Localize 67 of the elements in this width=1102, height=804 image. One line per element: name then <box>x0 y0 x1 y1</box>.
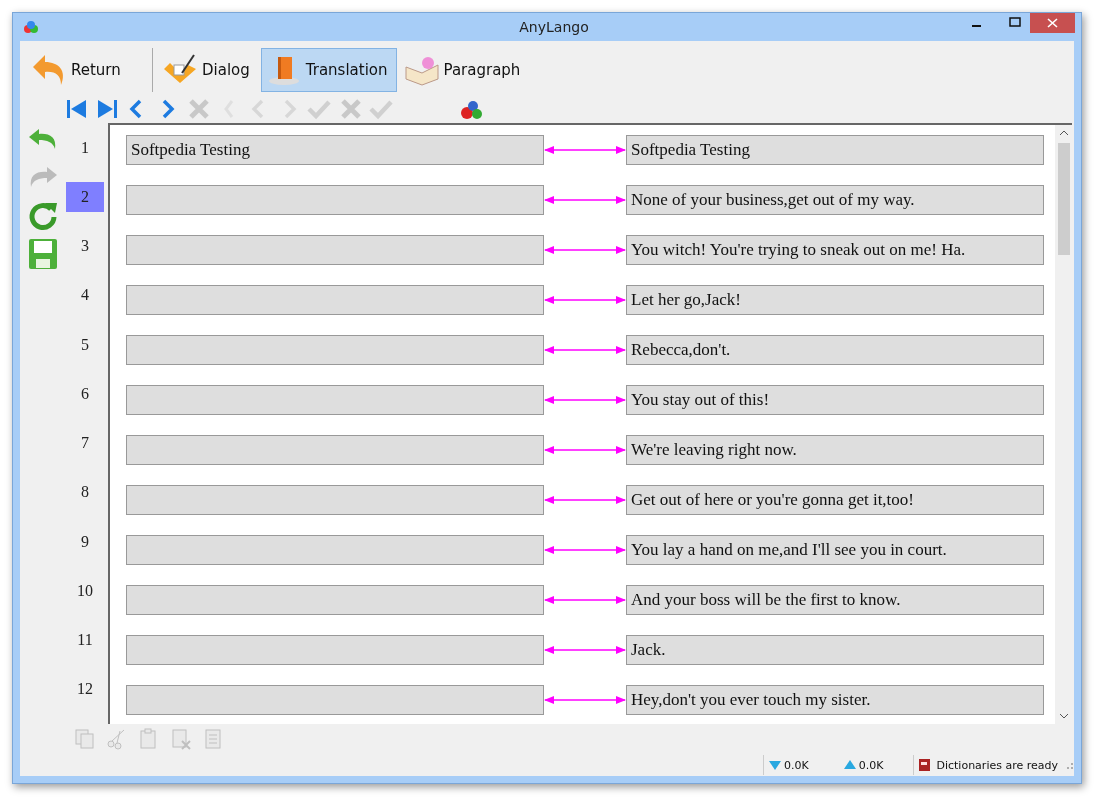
source-field[interactable]: Softpedia Testing <box>126 135 544 165</box>
save-icon[interactable] <box>27 237 59 271</box>
source-field[interactable] <box>126 485 544 515</box>
source-field[interactable] <box>126 335 544 365</box>
tab[interactable]: Paragraph <box>398 48 530 92</box>
double-arrow-icon <box>544 644 626 656</box>
upload-triangle-icon <box>842 759 857 771</box>
window-title: AnyLango <box>518 19 590 35</box>
double-arrow-icon <box>544 494 626 506</box>
source-field[interactable] <box>126 585 544 615</box>
double-arrow-icon <box>544 544 626 556</box>
resize-grip-icon[interactable] <box>1064 760 1074 770</box>
double-arrow-icon <box>544 594 626 606</box>
source-field[interactable] <box>126 435 544 465</box>
row-number[interactable]: 6 <box>66 379 104 409</box>
tab[interactable]: Translation <box>260 48 397 92</box>
app-logo-icon <box>23 20 39 34</box>
scrollbar[interactable] <box>1055 125 1072 724</box>
target-field[interactable]: None of your business,get out of my way. <box>626 185 1044 215</box>
dictionary-book-icon <box>918 758 932 772</box>
row-number[interactable]: 3 <box>66 231 104 261</box>
target-field[interactable]: Hey,don't you ever touch my sister. <box>626 685 1044 715</box>
scroll-thumb[interactable] <box>1057 143 1070 255</box>
row-number[interactable]: 7 <box>66 428 104 458</box>
double-arrow-icon <box>544 394 626 406</box>
target-field[interactable]: You lay a hand on me,and I'll see you in court. <box>626 535 1044 565</box>
source-field[interactable] <box>126 535 544 565</box>
double-arrow-icon <box>544 244 626 256</box>
row-number[interactable]: 10 <box>66 576 104 606</box>
double-arrow-icon <box>544 694 626 706</box>
row-number[interactable]: 4 <box>66 280 104 310</box>
source-field[interactable] <box>126 635 544 665</box>
source-field[interactable] <box>126 185 544 215</box>
source-field[interactable] <box>126 685 544 715</box>
double-arrow-icon <box>544 194 626 206</box>
row-number[interactable]: 2 <box>66 182 104 212</box>
download-size: 0.0K <box>784 758 809 772</box>
row-number[interactable]: 1 <box>66 133 104 163</box>
source-field[interactable] <box>126 235 544 265</box>
target-field[interactable]: Jack. <box>626 635 1044 665</box>
target-field[interactable]: Let her go,Jack! <box>626 285 1044 315</box>
row-number[interactable]: 12 <box>66 674 104 704</box>
target-field[interactable]: Rebecca,don't. <box>626 335 1044 365</box>
double-arrow-icon <box>544 294 626 306</box>
source-field[interactable] <box>126 385 544 415</box>
row-number[interactable]: 11 <box>66 625 104 655</box>
row-number[interactable]: 8 <box>66 477 104 507</box>
target-field[interactable]: And your boss will be the first to know. <box>626 585 1044 615</box>
double-arrow-icon <box>544 444 626 456</box>
download-triangle-icon <box>768 759 783 771</box>
double-arrow-icon <box>544 344 626 356</box>
row-number[interactable]: 9 <box>66 527 104 557</box>
scroll-down-icon[interactable] <box>1058 712 1069 720</box>
close-button[interactable] <box>1030 13 1075 33</box>
status-message: Dictionaries are ready <box>936 758 1058 772</box>
scroll-up-icon[interactable] <box>1058 129 1069 137</box>
target-field[interactable]: Softpedia Testing <box>626 135 1044 165</box>
target-field[interactable]: You witch! You're trying to sneak out on me! Ha. <box>626 235 1044 265</box>
double-arrow-icon <box>544 144 626 156</box>
source-field[interactable] <box>126 285 544 315</box>
row-number[interactable]: 5 <box>66 330 104 360</box>
target-field[interactable]: You stay out of this! <box>626 385 1044 415</box>
tab[interactable]: Return <box>26 48 148 92</box>
upload-size: 0.0K <box>858 758 884 772</box>
target-field[interactable]: We're leaving right now. <box>626 435 1044 465</box>
tab[interactable]: Dialog <box>157 48 259 92</box>
target-field[interactable]: Get out of here or you're gonna get it,too! <box>626 485 1044 515</box>
